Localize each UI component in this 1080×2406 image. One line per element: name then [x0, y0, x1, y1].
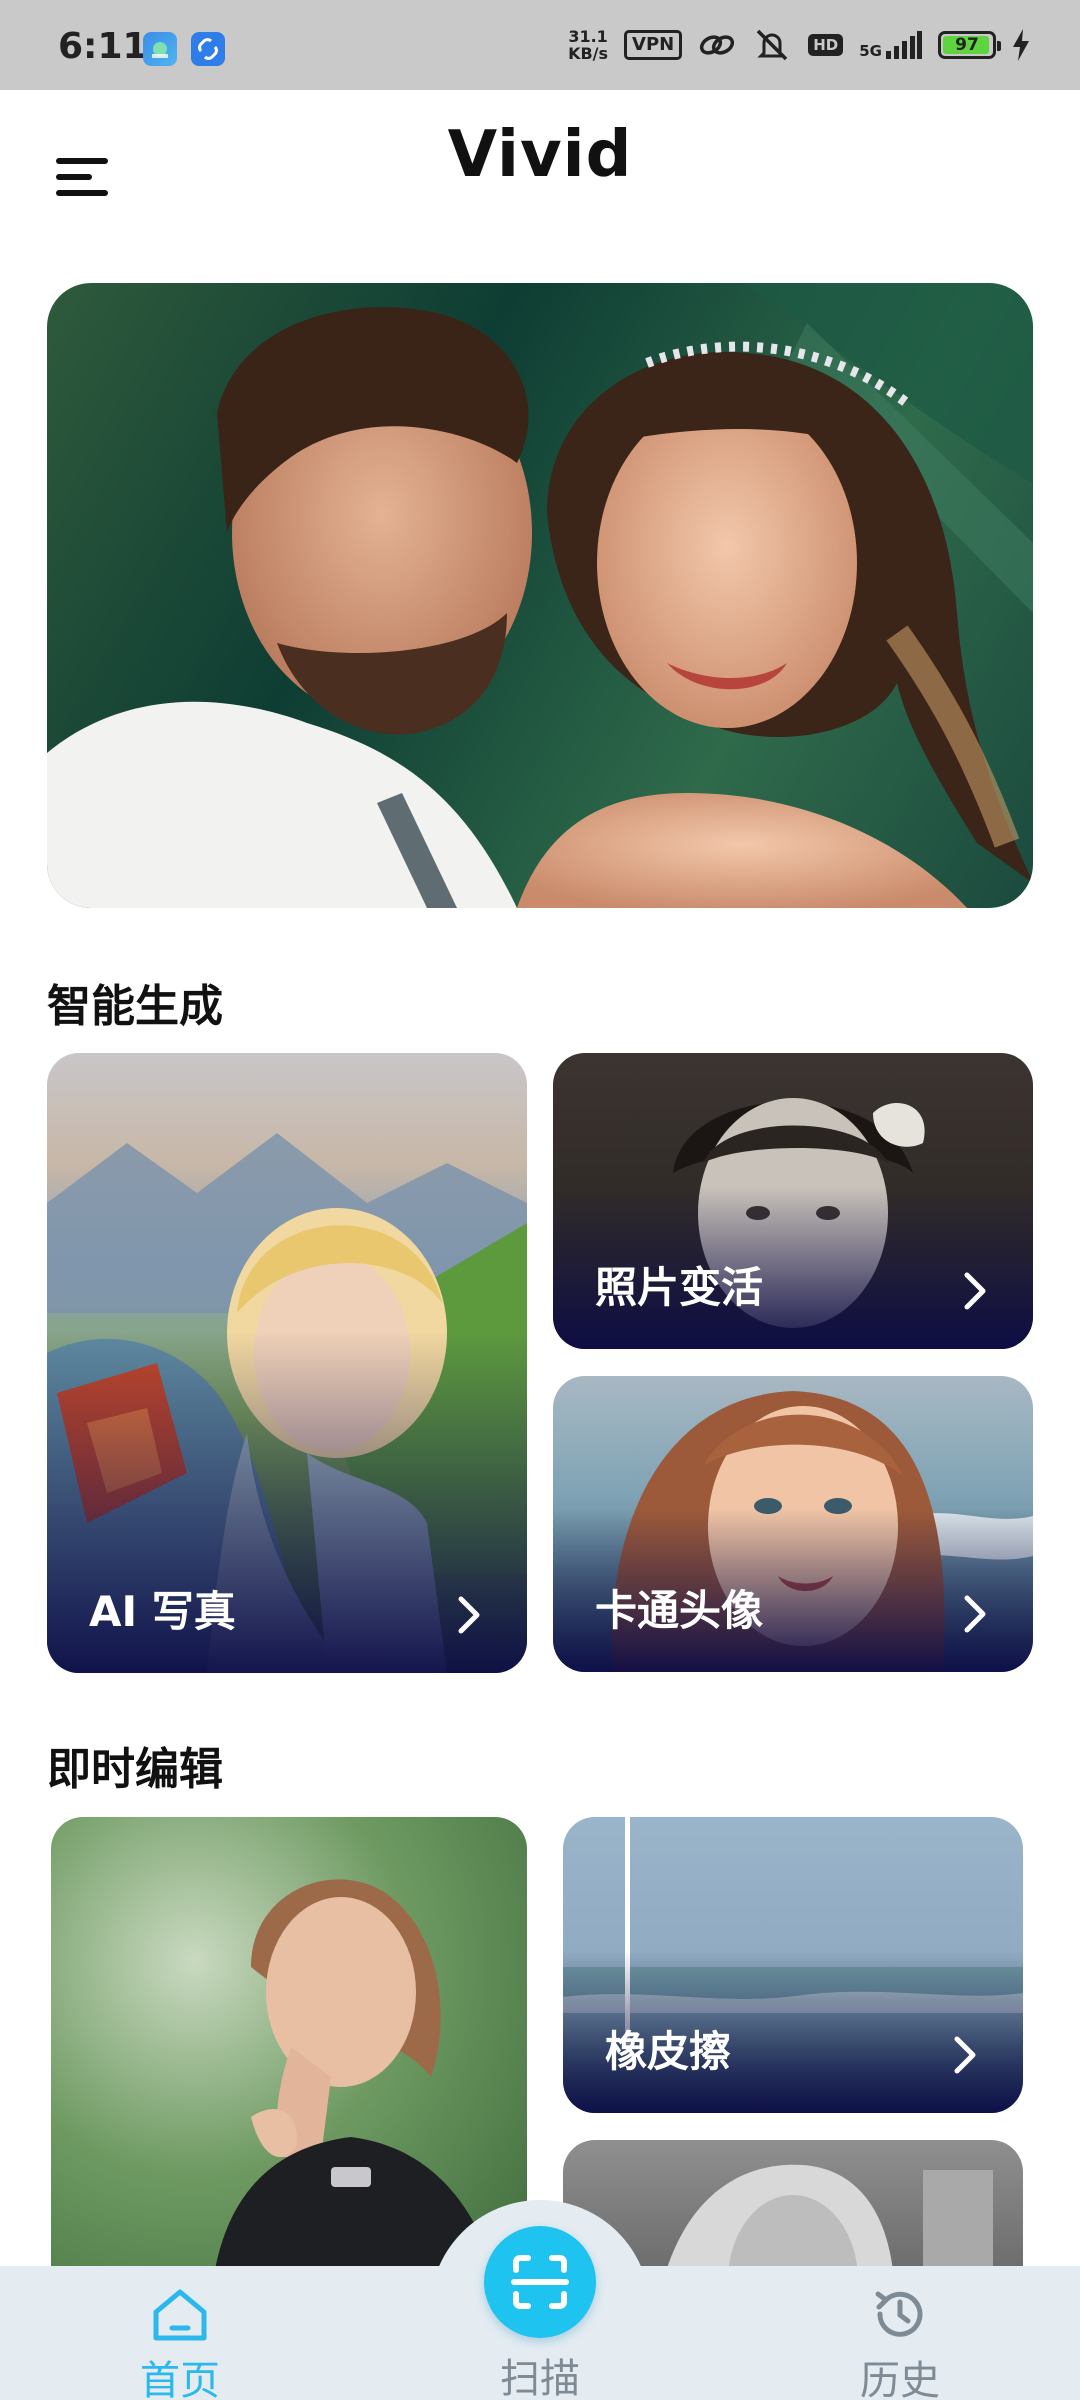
app-title: Vivid [447, 118, 633, 192]
nav-label-scan[interactable]: 扫描 [450, 2346, 630, 2404]
status-indicators: 31.1 KB/s VPN HD 5G 97 [568, 22, 1030, 68]
card-ai-portrait[interactable]: AI 写真 [47, 1053, 527, 1673]
nav-history[interactable]: 历史 [810, 2276, 990, 2404]
chevron-right-icon [954, 2036, 976, 2074]
chevron-right-icon [964, 1272, 986, 1310]
card-portrait-edit[interactable] [51, 1817, 527, 2297]
card-label: AI 写真 [89, 1587, 236, 1636]
status-time: 6:11 [58, 26, 148, 67]
card-photo-animate[interactable]: 照片变活 [553, 1053, 1033, 1349]
nav-label-home: 首页 [140, 2358, 220, 2404]
scan-icon [511, 2255, 569, 2309]
link-status-icon [700, 35, 735, 55]
vpn-badge: VPN [624, 30, 683, 60]
hero-banner[interactable] [47, 283, 1033, 908]
chevron-right-icon [964, 1595, 986, 1633]
woman-portrait-photo [211, 1879, 501, 2297]
charging-icon [1013, 29, 1029, 61]
hd-badge: HD [808, 34, 844, 56]
link-notification-icon [191, 32, 225, 66]
card-label: 卡通头像 [595, 1586, 764, 1635]
card-cartoon-avatar[interactable]: 卡通头像 [553, 1376, 1033, 1672]
history-icon [875, 2291, 923, 2337]
couple-photo [47, 283, 1033, 908]
card-label: 橡皮擦 [605, 2027, 732, 2076]
home-icon [153, 2289, 207, 2341]
nav-home[interactable]: 首页 [90, 2276, 270, 2404]
card-eraser[interactable]: 橡皮擦 [563, 1817, 1023, 2113]
scan-button[interactable] [484, 2226, 596, 2338]
section-title-smart: 智能生成 [47, 981, 223, 1032]
network-speed: 31.1 KB/s [568, 27, 609, 63]
mute-icon [756, 29, 788, 61]
signal-icon: 5G [859, 31, 922, 59]
app-notification-icon [143, 32, 177, 66]
card-label: 照片变活 [595, 1263, 764, 1312]
app-header: Vivid [0, 90, 1080, 240]
status-bar: 6:11 31.1 KB/s VPN HD 5G 97 [0, 0, 1080, 90]
battery-icon: 97 [938, 31, 1001, 59]
nav-label-history: 历史 [860, 2358, 940, 2404]
section-title-edit: 即时编辑 [47, 1744, 223, 1795]
chevron-right-icon [458, 1596, 480, 1634]
